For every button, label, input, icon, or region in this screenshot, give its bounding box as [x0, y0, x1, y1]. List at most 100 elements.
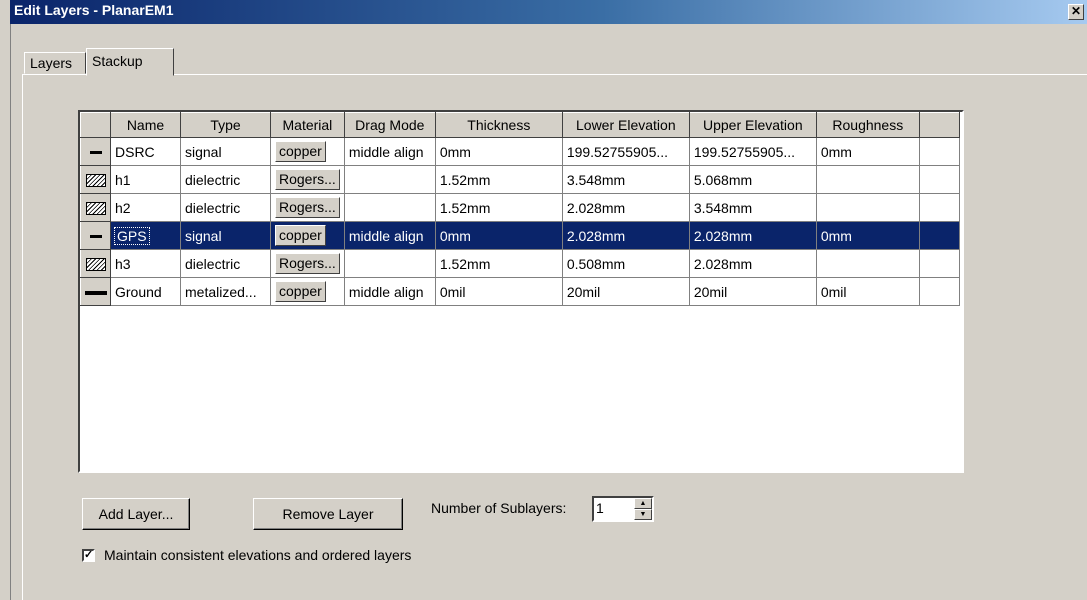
cell-roughness[interactable] [816, 249, 920, 278]
table-row[interactable]: h1 dielectric Rogers... 1.52mm 3.548mm 5.068m… [80, 165, 960, 194]
cell-upper[interactable]: 2.028mm [689, 221, 817, 250]
cell-lower[interactable]: 199.52755905... [562, 137, 690, 166]
cell-blank [919, 137, 960, 166]
title-bar: Edit Layers - PlanarEM1 ✕ [10, 0, 1087, 24]
table-row[interactable]: DSRC signal copper middle align 0mm 199.52755… [80, 137, 960, 166]
spin-down-icon[interactable]: ▼ [634, 509, 652, 520]
cell-thickness[interactable]: 0mm [435, 221, 563, 250]
material-button[interactable]: Rogers... [275, 197, 340, 218]
cell-material[interactable]: copper [270, 221, 345, 250]
metalized-layer-icon [84, 290, 107, 295]
cell-material[interactable]: Rogers... [270, 165, 345, 194]
cell-drag-mode[interactable] [344, 193, 436, 222]
cell-name[interactable]: h3 [110, 249, 181, 278]
cell-roughness[interactable]: 0mm [816, 137, 920, 166]
maintain-elevations-label[interactable]: Maintain consistent elevations and order… [104, 547, 411, 563]
cell-drag-mode[interactable]: middle align [344, 221, 436, 250]
cell-type[interactable]: dielectric [180, 165, 271, 194]
column-header-icon[interactable] [80, 112, 111, 138]
row-type-cell[interactable] [80, 249, 111, 278]
cell-roughness[interactable]: 0mm [816, 221, 920, 250]
cell-drag-mode[interactable]: middle align [344, 137, 436, 166]
cell-name[interactable]: h1 [110, 165, 181, 194]
cell-material[interactable]: Rogers... [270, 249, 345, 278]
cell-text: h2 [115, 199, 131, 216]
dielectric-layer-icon [85, 258, 106, 272]
sublayers-value[interactable]: 1 [596, 500, 604, 516]
cell-lower[interactable]: 20mil [562, 277, 690, 306]
cell-thickness[interactable]: 0mm [435, 137, 563, 166]
cell-material[interactable]: Rogers... [270, 193, 345, 222]
cell-name[interactable]: Ground [110, 277, 181, 306]
table-row[interactable]: h2 dielectric Rogers... 1.52mm 2.028mm 3.548m… [80, 193, 960, 222]
cell-material[interactable]: copper [270, 137, 345, 166]
cell-thickness[interactable]: 1.52mm [435, 249, 563, 278]
column-header-drag-mode[interactable]: Drag Mode [343, 112, 436, 138]
remove-layer-button[interactable]: Remove Layer [253, 498, 403, 530]
row-type-cell[interactable] [80, 277, 111, 306]
cell-material[interactable]: copper [270, 277, 345, 306]
cell-upper[interactable]: 2.028mm [689, 249, 817, 278]
cell-upper[interactable]: 20mil [689, 277, 817, 306]
sublayers-spinner[interactable]: 1 ▲ ▼ [592, 496, 654, 522]
close-icon[interactable]: ✕ [1068, 4, 1084, 20]
cell-type[interactable]: dielectric [180, 193, 271, 222]
material-button[interactable]: copper [275, 141, 326, 162]
column-header-roughness[interactable]: Roughness [815, 112, 920, 138]
row-type-cell[interactable] [80, 221, 111, 250]
cell-text: h1 [115, 171, 131, 188]
cell-lower[interactable]: 0.508mm [562, 249, 690, 278]
row-type-cell[interactable] [80, 137, 111, 166]
column-header-blank [918, 112, 960, 138]
cell-type[interactable]: signal [180, 221, 271, 250]
stackup-grid[interactable]: Name Type Material Drag Mode Thickness L… [78, 110, 964, 473]
material-button[interactable]: copper [275, 281, 326, 302]
cell-text: 20mil [693, 283, 728, 300]
row-type-cell[interactable] [80, 165, 111, 194]
cell-type[interactable]: signal [180, 137, 271, 166]
cell-name[interactable]: DSRC [110, 137, 181, 166]
tab-layers[interactable]: Layers [24, 52, 86, 74]
column-header-type[interactable]: Type [180, 112, 271, 138]
table-row[interactable]: GPS signal copper middle align 0mm 2.028mm 2.0… [80, 221, 960, 250]
table-row[interactable]: h3 dielectric Rogers... 1.52mm 0.508mm 2.028m… [80, 249, 960, 278]
table-row[interactable]: Ground metalized... copper middle align 0mil… [80, 277, 960, 306]
row-type-cell[interactable] [80, 193, 111, 222]
column-header-name[interactable]: Name [110, 112, 181, 138]
cell-lower[interactable]: 2.028mm [562, 221, 690, 250]
cell-thickness[interactable]: 0mil [435, 277, 563, 306]
cell-upper[interactable]: 5.068mm [689, 165, 817, 194]
cell-upper[interactable]: 199.52755905... [689, 137, 817, 166]
dielectric-layer-icon [85, 202, 106, 216]
cell-type[interactable]: metalized... [180, 277, 271, 306]
column-header-upper-elevation[interactable]: Upper Elevation [688, 112, 817, 138]
cell-thickness[interactable]: 1.52mm [435, 165, 563, 194]
cell-thickness[interactable]: 1.52mm [435, 193, 563, 222]
cell-lower[interactable]: 2.028mm [562, 193, 690, 222]
column-header-material[interactable]: Material [270, 112, 345, 138]
cell-drag-mode[interactable]: middle align [344, 277, 436, 306]
cell-upper[interactable]: 3.548mm [689, 193, 817, 222]
cell-blank [919, 277, 960, 306]
cell-text: 1.52mm [439, 255, 491, 272]
spin-up-icon[interactable]: ▲ [634, 498, 652, 509]
cell-text: 199.52755905... [566, 143, 669, 160]
cell-lower[interactable]: 3.548mm [562, 165, 690, 194]
cell-type[interactable]: dielectric [180, 249, 271, 278]
cell-drag-mode[interactable] [344, 249, 436, 278]
column-header-thickness[interactable]: Thickness [434, 112, 563, 138]
column-header-lower-elevation[interactable]: Lower Elevation [561, 112, 690, 138]
tab-stackup[interactable]: Stackup [86, 48, 174, 76]
material-button[interactable]: Rogers... [275, 169, 340, 190]
cell-roughness[interactable] [816, 165, 920, 194]
material-button[interactable]: Rogers... [275, 253, 340, 274]
cell-blank [919, 165, 960, 194]
cell-name[interactable]: GPS [110, 221, 181, 250]
add-layer-button[interactable]: Add Layer... [82, 498, 190, 530]
cell-name[interactable]: h2 [110, 193, 181, 222]
cell-drag-mode[interactable] [344, 165, 436, 194]
material-button[interactable]: copper [275, 225, 326, 246]
maintain-elevations-checkbox[interactable]: ✓ [82, 549, 95, 562]
cell-roughness[interactable]: 0mil [816, 277, 920, 306]
cell-roughness[interactable] [816, 193, 920, 222]
